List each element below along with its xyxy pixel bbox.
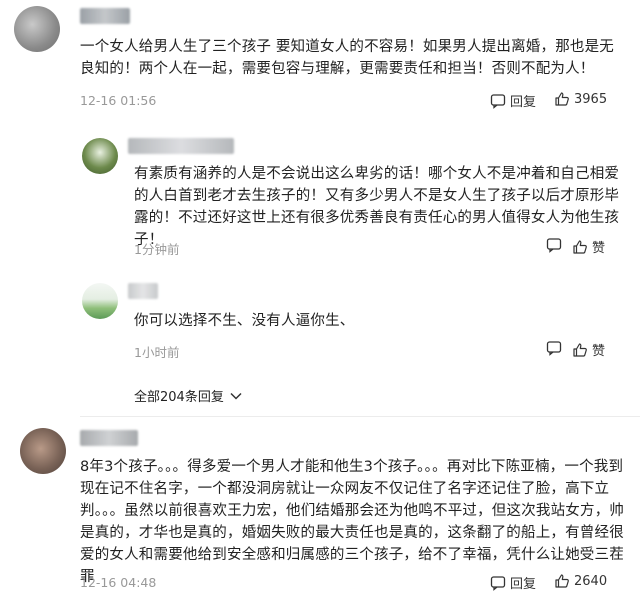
comment-text: 你可以选择不生、没有人逼你生、: [134, 313, 355, 329]
like-count: 3965: [574, 91, 608, 107]
like-button[interactable]: 2640: [554, 573, 607, 589]
reply-label: 回复: [510, 577, 537, 592]
username-blurred[interactable]: [80, 8, 130, 24]
avatar[interactable]: [82, 283, 118, 319]
comment-icon: [490, 93, 506, 109]
username-blurred[interactable]: [128, 138, 234, 154]
comment-text: 一个女人给男人生了三个孩子 要知道女人的不容易！如果男人提出离婚，那也是无良知的…: [80, 39, 615, 77]
chevron-down-icon: [230, 392, 242, 400]
thumbs-up-icon: [573, 342, 587, 357]
comment-time: 12-16 04:48: [80, 575, 157, 590]
reply-button[interactable]: [546, 340, 566, 356]
username-blurred[interactable]: [80, 430, 138, 446]
avatar[interactable]: [14, 6, 60, 52]
divider: [80, 416, 640, 417]
like-count: 2640: [574, 573, 608, 589]
expand-replies-label: 全部204条回复: [134, 390, 224, 405]
comment-time: 12-16 01:56: [80, 93, 157, 108]
like-label: 赞: [592, 344, 606, 359]
thumbs-up-icon: [555, 92, 569, 106]
comment-time: 1小时前: [134, 345, 180, 360]
reply-label: 回复: [510, 95, 537, 110]
comment-time: 1分钟前: [134, 242, 180, 257]
avatar[interactable]: [82, 138, 118, 174]
like-label: 赞: [592, 241, 606, 256]
like-button[interactable]: 赞: [572, 237, 605, 256]
comment-icon: [546, 341, 562, 356]
avatar[interactable]: [20, 428, 66, 474]
comment-text: 8年3个孩子。。。得多爱一个男人才能和他生3个孩子。。。再对比下陈亚楠，一个我到…: [80, 459, 625, 585]
reply-button[interactable]: 回复: [490, 91, 536, 110]
thumbs-up-icon: [573, 239, 587, 254]
thumbs-up-icon: [555, 574, 569, 588]
expand-replies-button[interactable]: 全部204条回复: [134, 386, 242, 405]
reply-button[interactable]: 回复: [490, 573, 536, 592]
username-blurred[interactable]: [128, 283, 158, 299]
like-button[interactable]: 赞: [572, 340, 605, 359]
comment-icon: [546, 238, 562, 253]
like-button[interactable]: 3965: [554, 91, 607, 107]
reply-button[interactable]: [546, 237, 566, 253]
comment-icon: [490, 575, 506, 591]
